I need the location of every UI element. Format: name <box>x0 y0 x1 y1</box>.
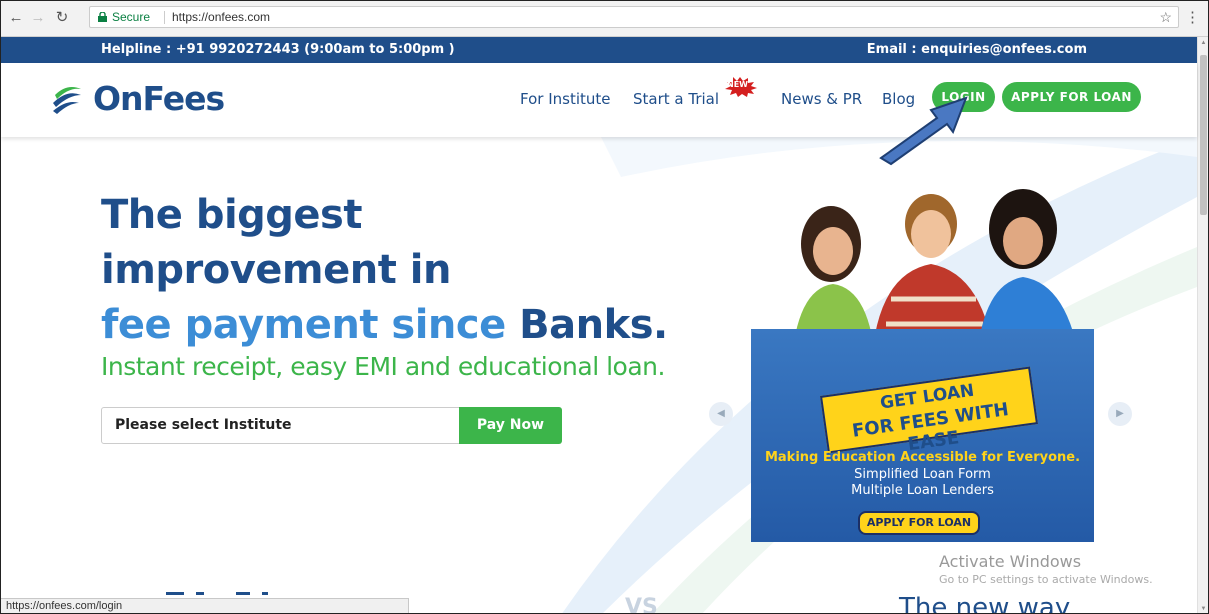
site-header: OnFees For Institute Start a Trial NEW N… <box>1 63 1197 137</box>
onfees-logo-icon[interactable] <box>49 81 85 117</box>
scroll-up-icon[interactable]: ▲ <box>1198 37 1208 49</box>
page-scrollbar[interactable]: ▲ ▼ <box>1197 37 1208 613</box>
slider-next-icon[interactable]: ▶ <box>1108 402 1132 426</box>
nav-start-trial[interactable]: Start a Trial <box>633 90 719 108</box>
institute-select[interactable]: Please select Institute <box>101 407 461 444</box>
secure-label: Secure <box>112 10 151 24</box>
apply-for-loan-button[interactable]: APPLY FOR LOAN <box>1002 82 1141 112</box>
banner-tagline: Making Education Accessible for Everyone… <box>764 450 1081 465</box>
annotation-arrow-icon <box>879 96 968 166</box>
headline-prefix: fee payment since <box>101 302 520 348</box>
vs-text: VS <box>625 595 658 614</box>
url-text[interactable]: https://onfees.com <box>172 7 270 27</box>
activate-windows-title: Activate Windows <box>939 552 1082 571</box>
new-badge-text: NEW <box>727 80 748 89</box>
contact-bar: Helpline : +91 9920272443 (9:00am to 5:0… <box>1 37 1197 63</box>
banner-apply-button[interactable]: APPLY FOR LOAN <box>858 511 980 535</box>
status-bar-url: https://onfees.com/login <box>1 598 409 613</box>
headline-line-1: The biggest <box>101 192 362 238</box>
browser-window: ← → ↻ Secure https://onfees.com ☆ ⋮ Help… <box>0 0 1209 614</box>
new-way-heading: The new way <box>899 593 1071 614</box>
back-arrow-icon[interactable]: ← <box>7 9 25 27</box>
helpline-text: Helpline : +91 9920272443 (9:00am to 5:0… <box>101 42 455 57</box>
activate-windows-subtitle: Go to PC settings to activate Windows. <box>939 573 1153 586</box>
banner-point-1: Simplified Loan Form <box>854 467 991 482</box>
banner-point-2: Multiple Loan Lenders <box>851 483 994 498</box>
address-bar[interactable]: Secure https://onfees.com ☆ <box>89 6 1179 28</box>
headline-line-2: improvement in <box>101 247 451 293</box>
browser-toolbar: ← → ↻ Secure https://onfees.com ☆ ⋮ <box>1 1 1208 37</box>
headline-line-3: fee payment since Banks. <box>101 302 668 348</box>
forward-arrow-icon[interactable]: → <box>29 9 47 27</box>
logo-text[interactable]: OnFees <box>93 79 225 118</box>
browser-menu-icon[interactable]: ⋮ <box>1185 8 1200 26</box>
bookmark-star-icon[interactable]: ☆ <box>1159 7 1172 27</box>
email-text[interactable]: Email : enquiries@onfees.com <box>867 37 1087 63</box>
scroll-down-icon[interactable]: ▼ <box>1198 603 1208 613</box>
lock-icon <box>98 12 107 22</box>
slider-prev-icon[interactable]: ◀ <box>709 402 733 426</box>
hero-subline: Instant receipt, easy EMI and educationa… <box>101 352 665 381</box>
below-fold-glimpse <box>166 592 268 595</box>
headline-banks: Banks. <box>519 302 668 348</box>
loan-promo-banner[interactable]: GET LOAN FOR FEES WITH EASE Making Educa… <box>751 189 1094 542</box>
pay-now-button[interactable]: Pay Now <box>459 407 562 444</box>
nav-news-pr[interactable]: News & PR <box>781 90 862 108</box>
address-separator <box>164 11 165 24</box>
hero-section: The biggest improvement in fee payment s… <box>1 137 1197 614</box>
scroll-thumb[interactable] <box>1200 55 1207 215</box>
nav-for-institute[interactable]: For Institute <box>520 90 611 108</box>
reload-icon[interactable]: ↻ <box>53 9 71 27</box>
